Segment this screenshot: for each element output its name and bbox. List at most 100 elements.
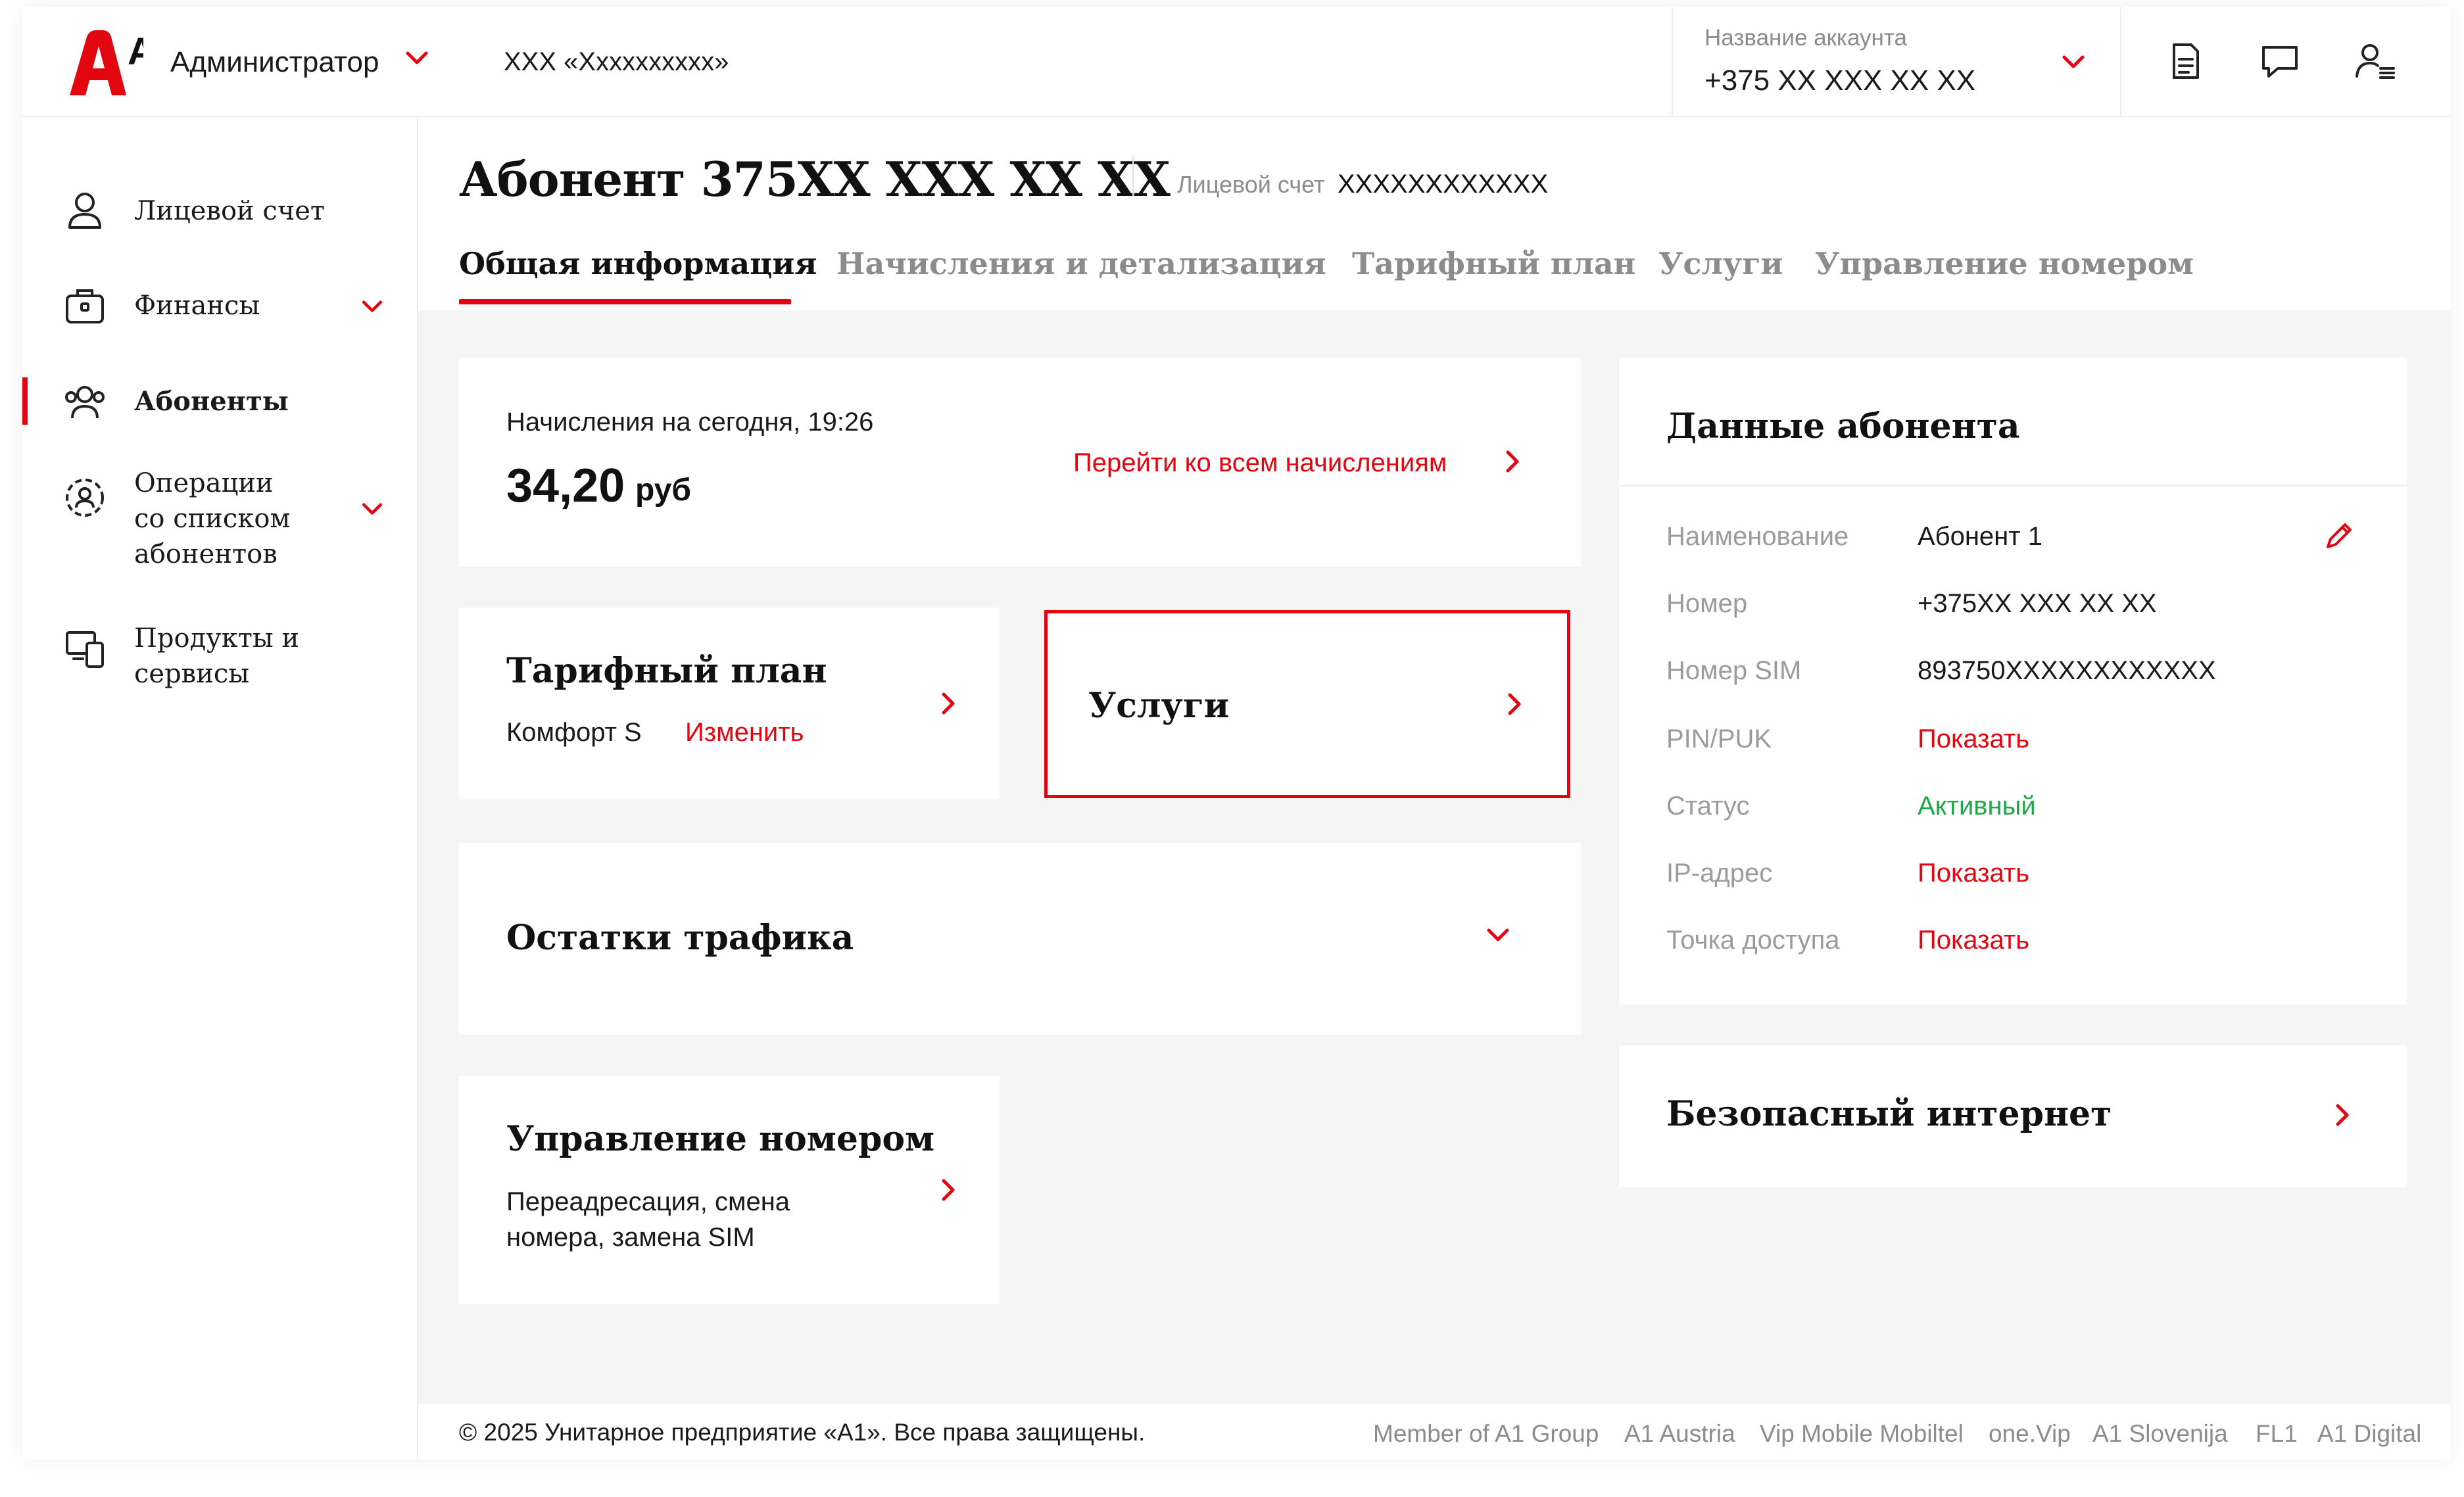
tab-services[interactable]: Услуги <box>1658 246 1783 281</box>
number-management-title: Управление номером <box>506 1119 935 1159</box>
safe-internet-title: Безопасный интернет <box>1666 1094 2112 1134</box>
sidebar-item-label: Финансы <box>134 291 260 321</box>
chevron-down-icon[interactable] <box>1482 919 1514 951</box>
field-label: Статус <box>1666 792 1750 820</box>
chevron-right-icon[interactable] <box>2329 1102 2355 1128</box>
field-label: Номер SIM <box>1666 656 1802 685</box>
chevron-down-icon[interactable] <box>358 292 387 321</box>
a1-logo[interactable]: A1 <box>64 26 143 99</box>
number-management-desc: номера, замена SIM <box>506 1223 755 1252</box>
show-ip-link[interactable]: Показать <box>1918 859 2029 888</box>
subscriber-data-title: Данные абонента <box>1666 406 2020 446</box>
sidebar-item-bulk-operations[interactable]: Операции со списком абонентов <box>22 465 417 577</box>
footer-link[interactable]: A1 Austria <box>1624 1420 1735 1448</box>
sidebar-item-label: Операции <box>134 468 274 498</box>
number-management-card[interactable]: Управление номером Переадресация, смена … <box>459 1076 1000 1304</box>
page-header: Абонент 375ХХ ХХХ ХХ ХХ Лицевой счет ХХХ… <box>418 117 2450 310</box>
sidebar-item-products[interactable]: Продукты и сервисы <box>22 621 417 693</box>
divider <box>1619 485 2407 487</box>
charges-amount: 34,20 <box>506 460 625 512</box>
field-value: +375ХХ ХХХ ХХ ХХ <box>1918 589 2157 618</box>
sidebar-item-label: абонентов <box>134 539 278 569</box>
users-icon <box>65 386 105 419</box>
sidebar-item-account[interactable]: Лицевой счет <box>22 189 417 235</box>
active-indicator <box>22 377 28 425</box>
chevron-down-icon[interactable] <box>358 494 387 523</box>
charges-card: Начисления на сегодня, 19:26 34,20 руб П… <box>459 358 1581 567</box>
footer-link[interactable]: A1 Digital <box>2317 1420 2421 1448</box>
chevron-right-icon[interactable] <box>935 1177 961 1203</box>
all-charges-link[interactable]: Перейти ко всем начислениям <box>1073 448 1447 478</box>
sidebar: Лицевой счет Финансы Абоненты Операции с… <box>22 117 418 1460</box>
footer-link[interactable]: FL1 <box>2256 1420 2298 1448</box>
sidebar-item-subscribers[interactable]: Абоненты <box>22 377 417 426</box>
charges-currency: руб <box>635 473 692 508</box>
logo-text: A1 <box>128 30 143 73</box>
devices-icon <box>66 631 104 668</box>
active-tab-indicator <box>459 299 791 304</box>
footer: © 2025 Унитарное предприятие «А1». Все п… <box>418 1404 2450 1460</box>
show-apn-link[interactable]: Показать <box>1918 926 2029 955</box>
edit-pencil-icon[interactable] <box>2323 519 2355 552</box>
user-settings-icon[interactable] <box>2353 39 2396 83</box>
tariff-name: Комфорт S <box>506 718 642 747</box>
top-header: A1 Администратор ХХХ «Хххххххххх» Назван… <box>22 7 2450 117</box>
account-number-label: Лицевой счет <box>1177 171 1325 198</box>
sidebar-item-label: сервисы <box>134 659 250 689</box>
users-circle-icon <box>66 479 104 517</box>
sidebar-item-label: Абоненты <box>134 386 289 417</box>
field-value: 893750ХХХХХХХХХХХХ <box>1918 656 2216 685</box>
services-title: Услуги <box>1088 686 1230 726</box>
status-value: Активный <box>1918 792 2036 820</box>
tab-charges-details[interactable]: Начисления и детализация <box>836 246 1326 281</box>
document-icon[interactable] <box>2163 39 2207 83</box>
field-label: Точка доступа <box>1666 926 1840 955</box>
account-label: Название аккаунта <box>1704 25 1907 51</box>
chat-icon[interactable] <box>2258 39 2302 83</box>
app-window: A1 Администратор ХХХ «Хххххххххх» Назван… <box>22 7 2450 1460</box>
main-content: Абонент 375ХХ ХХХ ХХ ХХ Лицевой счет ХХХ… <box>418 117 2450 1460</box>
footer-link[interactable]: Member of A1 Group <box>1373 1420 1599 1448</box>
footer-link[interactable]: A1 Slovenija <box>2092 1420 2228 1448</box>
tab-tariff-plan[interactable]: Тарифный план <box>1352 246 1635 281</box>
wallet-icon <box>66 289 104 323</box>
change-tariff-link[interactable]: Изменить <box>685 718 804 748</box>
tariff-title: Тарифный план <box>506 651 827 691</box>
show-pin-puk-link[interactable]: Показать <box>1918 725 2029 754</box>
subscriber-data-card: Данные абонента Наименование Абонент 1 Н… <box>1619 358 2407 1005</box>
chevron-right-icon[interactable] <box>1499 448 1526 475</box>
chevron-down-icon[interactable] <box>2058 46 2089 78</box>
company-name: ХХХ «Хххххххххх» <box>504 47 729 76</box>
services-card[interactable]: Услуги <box>1044 610 1570 798</box>
tab-number-management[interactable]: Управление номером <box>1815 246 2194 281</box>
copyright-text: © 2025 Унитарное предприятие «А1». Все п… <box>459 1419 1146 1446</box>
safe-internet-card[interactable]: Безопасный интернет <box>1619 1045 2407 1187</box>
chevron-down-icon[interactable] <box>401 42 433 74</box>
field-label: IP-адрес <box>1666 859 1773 888</box>
sidebar-item-finance[interactable]: Финансы <box>22 284 417 330</box>
account-selector[interactable]: Название аккаунта +375 ХХ ХХХ ХХ ХХ <box>1672 7 2121 116</box>
number-management-desc: Переадресация, смена <box>506 1187 790 1216</box>
chevron-right-icon[interactable] <box>1501 691 1528 717</box>
person-icon <box>68 193 101 229</box>
chevron-right-icon[interactable] <box>935 690 961 717</box>
page-title: Абонент 375ХХ ХХХ ХХ ХХ <box>459 151 1171 207</box>
footer-link[interactable]: one.Vip <box>1989 1420 2071 1448</box>
sidebar-item-label: со списком <box>134 504 291 534</box>
title-divider <box>1132 156 1134 197</box>
account-value: +375 ХХ ХХХ ХХ ХХ <box>1704 64 1976 97</box>
field-value: Абонент 1 <box>1918 522 2042 551</box>
tab-general-info[interactable]: Общая информация <box>459 246 817 281</box>
tariff-card[interactable]: Тарифный план Комфорт S Изменить <box>459 607 1000 799</box>
traffic-title: Остатки трафика <box>506 918 854 958</box>
field-label: Номер <box>1666 589 1748 618</box>
sidebar-item-label: Продукты и <box>134 623 300 653</box>
traffic-card[interactable]: Остатки трафика <box>459 843 1581 1035</box>
sidebar-item-label: Лицевой счет <box>134 196 326 226</box>
account-number-value: ХХХХХХХХХХХХ <box>1338 170 1549 199</box>
role-selector-label[interactable]: Администратор <box>170 46 379 79</box>
field-label: PIN/PUK <box>1666 725 1772 753</box>
charges-label: Начисления на сегодня, 19:26 <box>506 408 874 437</box>
footer-link[interactable]: Vip Mobile Mobiltel <box>1760 1420 1964 1448</box>
field-label: Наименование <box>1666 522 1849 551</box>
